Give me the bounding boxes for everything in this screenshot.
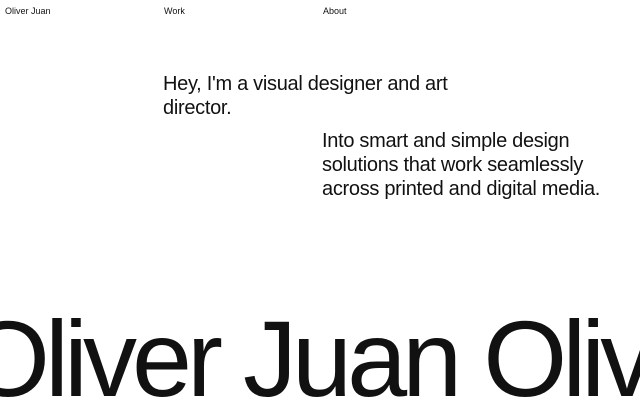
about-link[interactable]: About xyxy=(323,6,347,17)
work-link[interactable]: Work xyxy=(164,6,185,17)
intro-headline: Hey, I'm a visual designer and art direc… xyxy=(163,73,448,119)
marquee-name: Oliver Juan xyxy=(483,298,640,412)
marquee-name: Oliver Juan xyxy=(0,298,462,412)
home-link[interactable]: Oliver Juan xyxy=(5,6,51,17)
name-marquee: Oliver JuanOliver Juan xyxy=(0,303,640,412)
portfolio-page: Oliver Juan Work About Hey, I'm a visual… xyxy=(0,0,640,412)
top-navigation: Oliver Juan Work About xyxy=(0,6,640,20)
intro-description: Into smart and simple design solutions t… xyxy=(322,130,601,200)
